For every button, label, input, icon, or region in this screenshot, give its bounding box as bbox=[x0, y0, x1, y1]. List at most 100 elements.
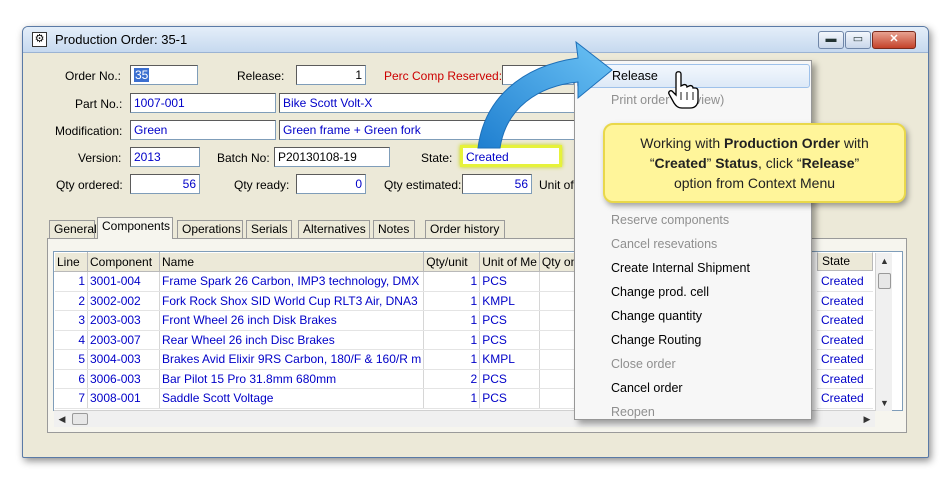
modification-label: Modification: bbox=[55, 124, 123, 138]
maximize-button[interactable]: ▭ bbox=[845, 31, 871, 49]
minimize-button[interactable]: ▬ bbox=[818, 31, 844, 49]
unit-cell[interactable]: PCS bbox=[479, 369, 540, 389]
menu-item-change-prod-cell[interactable]: Change prod. cell bbox=[577, 280, 810, 304]
part-no-field[interactable]: 1007-001 bbox=[130, 93, 276, 113]
version-field[interactable]: 2013 bbox=[130, 147, 200, 167]
state-cell[interactable]: Created bbox=[817, 311, 873, 331]
tab-notes[interactable]: Notes bbox=[373, 220, 415, 239]
table-row[interactable]: 3 2003-003 Front Wheel 26 inch Disk Brakes… bbox=[54, 310, 590, 331]
component-cell[interactable]: 3002-002 bbox=[87, 291, 160, 311]
scroll-down-arrow-icon[interactable]: ▼ bbox=[876, 395, 893, 411]
modification-field[interactable]: Green bbox=[130, 120, 276, 140]
qty-cell[interactable]: 2 bbox=[423, 369, 481, 389]
name-cell[interactable]: Brakes Avid Elixir 9RS Carbon, 180/F & 1… bbox=[159, 349, 425, 370]
table-header-row: Line Component Name Qty/unit Unit of Me … bbox=[54, 252, 590, 272]
table-row[interactable]: 2 3002-002 Fork Rock Shox SID World Cup RL… bbox=[54, 291, 590, 311]
unit-cell[interactable]: KMPL bbox=[479, 349, 540, 370]
col-component-header[interactable]: Component bbox=[87, 252, 160, 272]
qty-cell[interactable]: 1 bbox=[423, 330, 481, 350]
vertical-scroll-thumb[interactable] bbox=[878, 273, 891, 289]
col-unit-header[interactable]: Unit of Me bbox=[479, 252, 540, 272]
unit-cell[interactable]: KMPL bbox=[479, 291, 540, 311]
part-description-field[interactable]: Bike Scott Volt-X bbox=[279, 93, 575, 113]
release-field[interactable]: 1 bbox=[296, 65, 366, 85]
state-cell[interactable]: Created bbox=[817, 389, 873, 409]
menu-item-release[interactable]: Release bbox=[577, 64, 810, 88]
tab-operations[interactable]: Operations bbox=[177, 220, 243, 239]
col-state-header[interactable]: State bbox=[817, 252, 873, 271]
tab-components[interactable]: Components bbox=[97, 217, 173, 239]
table-row[interactable]: 5 3004-003 Brakes Avid Elixir 9RS Carbon, … bbox=[54, 349, 590, 370]
modification-description-field[interactable]: Green frame + Green fork bbox=[279, 120, 575, 140]
table-row[interactable]: 7 3008-001 Saddle Scott Voltage 1 PCS bbox=[54, 388, 590, 409]
col-name-header[interactable]: Name bbox=[158, 252, 425, 272]
qty-cell[interactable]: 1 bbox=[423, 291, 481, 311]
line-cell[interactable]: 3 bbox=[54, 310, 88, 331]
qty-cell[interactable]: 1 bbox=[423, 271, 481, 292]
state-cell[interactable]: Created bbox=[817, 331, 873, 350]
qty-cell[interactable]: 1 bbox=[423, 349, 481, 370]
qty-cell[interactable]: 1 bbox=[423, 388, 481, 409]
scroll-left-arrow-icon[interactable]: ◀ bbox=[54, 411, 70, 427]
col-line-header[interactable]: Line bbox=[54, 252, 88, 272]
state-field[interactable]: Created bbox=[460, 145, 562, 167]
state-column: Created Created Created Created Created Creat… bbox=[817, 272, 873, 409]
state-label: State: bbox=[421, 151, 453, 165]
line-cell[interactable]: 6 bbox=[54, 369, 88, 389]
close-button[interactable]: ✕ bbox=[872, 31, 916, 49]
name-cell[interactable]: Saddle Scott Voltage bbox=[159, 388, 425, 409]
qty-ordered-field[interactable]: 56 bbox=[130, 174, 200, 194]
name-cell[interactable]: Frame Spark 26 Carbon, IMP3 technology, … bbox=[159, 271, 425, 292]
tab-order-history[interactable]: Order history bbox=[425, 220, 505, 239]
table-row[interactable]: 4 2003-007 Rear Wheel 26 inch Disc Brakes 1… bbox=[54, 330, 590, 350]
horizontal-scroll-thumb[interactable] bbox=[72, 413, 88, 425]
menu-item-change-routing[interactable]: Change Routing bbox=[577, 328, 810, 352]
tab-general[interactable]: General bbox=[49, 220, 97, 239]
component-cell[interactable]: 2003-003 bbox=[87, 310, 160, 331]
qty-ordered-label: Qty ordered: bbox=[56, 178, 123, 192]
menu-item-change-quantity[interactable]: Change quantity bbox=[577, 304, 810, 328]
qty-estimated-field[interactable]: 56 bbox=[462, 174, 532, 194]
component-cell[interactable]: 3004-003 bbox=[87, 349, 160, 370]
line-cell[interactable]: 1 bbox=[54, 271, 88, 292]
line-cell[interactable]: 4 bbox=[54, 330, 88, 350]
unit-cell[interactable]: PCS bbox=[479, 310, 540, 331]
title-bar[interactable]: ⚙ Production Order: 35-1 ▬ ▭ ✕ bbox=[23, 27, 928, 53]
tab-alternatives[interactable]: Alternatives bbox=[298, 220, 370, 239]
state-cell[interactable]: Created bbox=[817, 292, 873, 311]
unit-cell[interactable]: PCS bbox=[479, 330, 540, 350]
menu-item-cancel-order[interactable]: Cancel order bbox=[577, 376, 810, 400]
line-cell[interactable]: 7 bbox=[54, 388, 88, 409]
component-cell[interactable]: 3008-001 bbox=[87, 388, 160, 409]
unit-cell[interactable]: PCS bbox=[479, 271, 540, 292]
vertical-scrollbar[interactable]: ▲ ▼ bbox=[875, 253, 892, 411]
table-row[interactable]: 6 3006-003 Bar Pilot 15 Pro 31.8mm 680mm 2 P… bbox=[54, 369, 590, 389]
context-menu: Release Print order (preview) Reserve comp… bbox=[574, 60, 812, 420]
scroll-up-arrow-icon[interactable]: ▲ bbox=[876, 253, 893, 269]
batch-no-field[interactable]: P20130108-19 bbox=[274, 147, 390, 167]
component-cell[interactable]: 3006-003 bbox=[87, 369, 160, 389]
qty-ready-field[interactable]: 0 bbox=[296, 174, 366, 194]
component-cell[interactable]: 2003-007 bbox=[87, 330, 160, 350]
line-cell[interactable]: 5 bbox=[54, 349, 88, 370]
menu-item-create-internal-shipment[interactable]: Create Internal Shipment bbox=[577, 256, 810, 280]
name-cell[interactable]: Rear Wheel 26 inch Disc Brakes bbox=[159, 330, 425, 350]
menu-item-reserve-components: Reserve components bbox=[611, 213, 730, 227]
perc-comp-reserved-field[interactable] bbox=[502, 65, 574, 85]
order-no-field[interactable]: 35 bbox=[130, 65, 198, 85]
name-cell[interactable]: Fork Rock Shox SID World Cup RLT3 Air, D… bbox=[159, 291, 425, 311]
name-cell[interactable]: Bar Pilot 15 Pro 31.8mm 680mm bbox=[159, 369, 425, 389]
state-cell[interactable]: Created bbox=[817, 370, 873, 389]
component-cell[interactable]: 3001-004 bbox=[87, 271, 160, 292]
state-cell[interactable]: Created bbox=[817, 272, 873, 292]
tab-serials[interactable]: Serials bbox=[246, 220, 292, 239]
scroll-right-arrow-icon[interactable]: ▶ bbox=[859, 411, 875, 427]
table-row[interactable]: 1 3001-004 Frame Spark 26 Carbon, IMP3 tec… bbox=[54, 271, 590, 292]
unit-cell[interactable]: PCS bbox=[479, 388, 540, 409]
qty-cell[interactable]: 1 bbox=[423, 310, 481, 331]
state-cell[interactable]: Created bbox=[817, 350, 873, 370]
col-qty-unit-header[interactable]: Qty/unit bbox=[423, 252, 481, 272]
line-cell[interactable]: 2 bbox=[54, 291, 88, 311]
qty-ready-label: Qty ready: bbox=[234, 178, 290, 192]
name-cell[interactable]: Front Wheel 26 inch Disk Brakes bbox=[159, 310, 425, 331]
